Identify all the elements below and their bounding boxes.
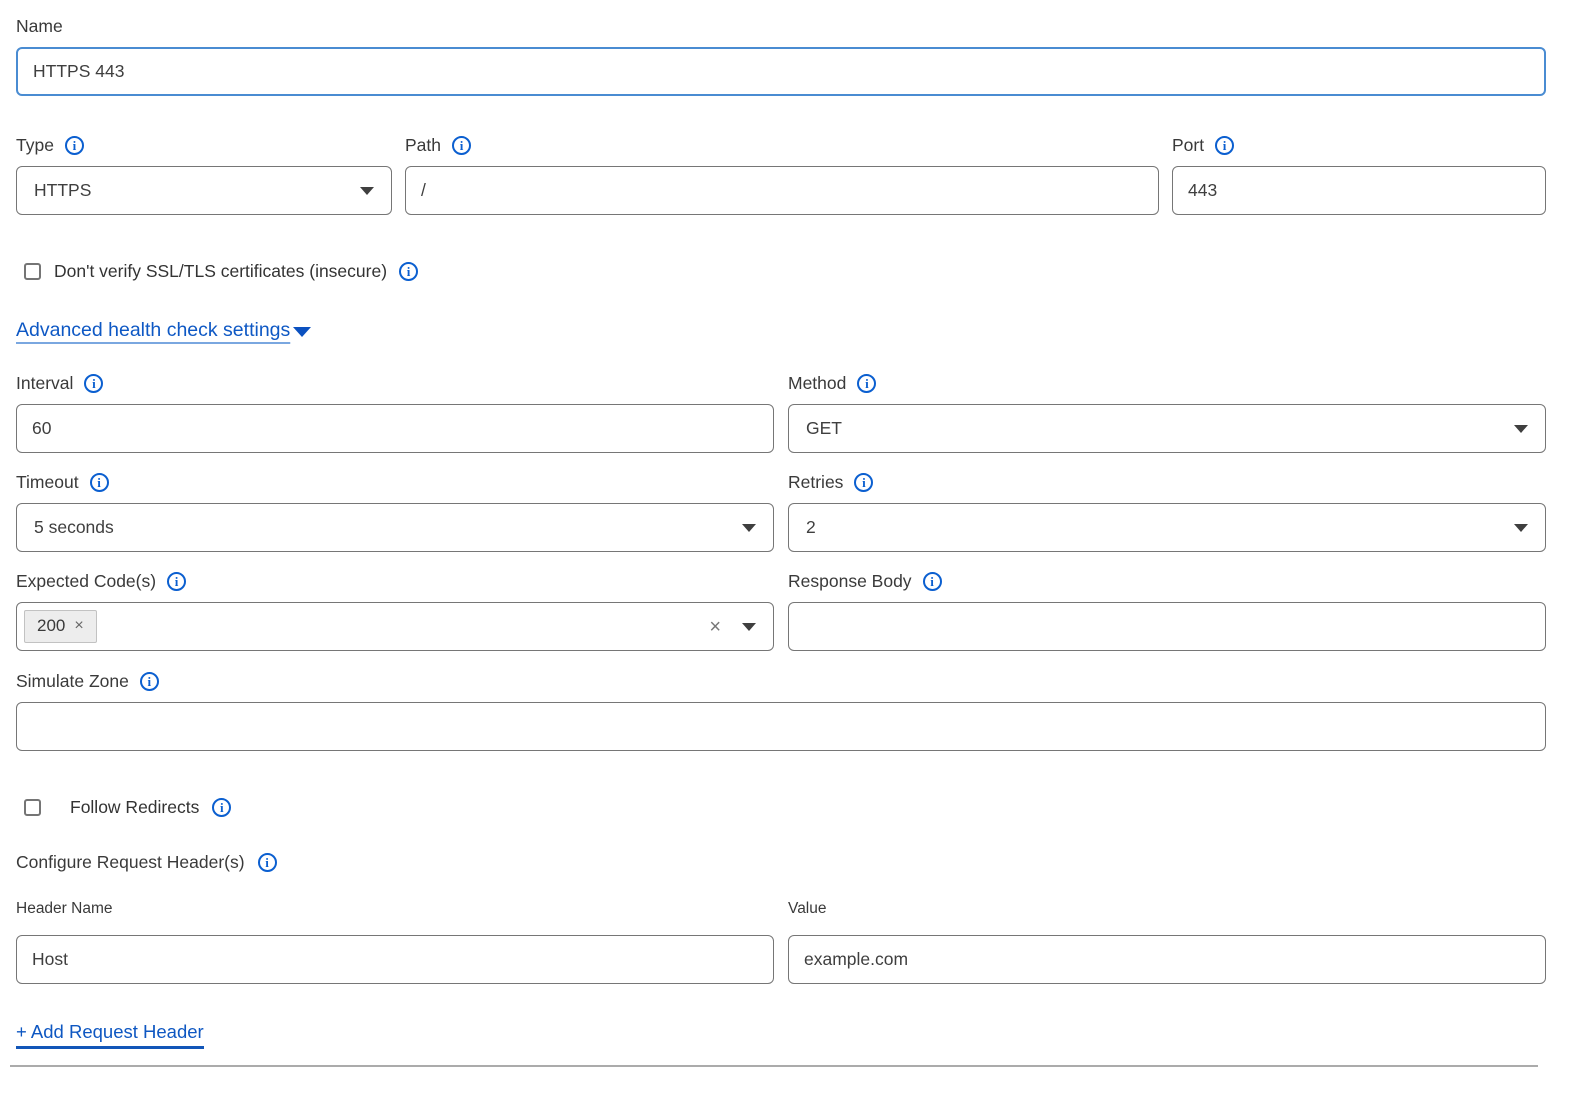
- name-field: Name: [16, 16, 1546, 96]
- header-value-input[interactable]: [788, 935, 1546, 984]
- follow-redirects-label: Follow Redirects: [70, 797, 199, 818]
- type-select[interactable]: HTTPS: [16, 166, 392, 215]
- expected-codes-field: Expected Code(s) i 200 × ×: [16, 571, 774, 651]
- type-path-port-row: Type i HTTPS Path i Port i: [16, 135, 1546, 215]
- simulate-zone-field: Simulate Zone i: [16, 671, 1546, 751]
- info-icon[interactable]: i: [65, 136, 84, 155]
- info-icon[interactable]: i: [923, 572, 942, 591]
- type-selected-value: HTTPS: [34, 180, 91, 201]
- timeout-select[interactable]: 5 seconds: [16, 503, 774, 552]
- response-body-input[interactable]: [788, 602, 1546, 651]
- advanced-settings-row: Advanced health check settings: [16, 319, 1546, 342]
- header-name-column-label: Header Name: [16, 900, 774, 918]
- info-icon[interactable]: i: [90, 473, 109, 492]
- code-tag: 200 ×: [24, 610, 97, 643]
- interval-method-row: Interval i Method i GET: [16, 373, 1546, 453]
- response-body-field: Response Body i: [788, 571, 1546, 651]
- add-request-header-link[interactable]: + Add Request Header: [16, 1021, 204, 1049]
- path-label: Path: [405, 135, 441, 156]
- verify-ssl-checkbox[interactable]: [24, 263, 41, 280]
- info-icon[interactable]: i: [854, 473, 873, 492]
- chevron-down-icon: [360, 187, 374, 195]
- timeout-label: Timeout: [16, 472, 79, 493]
- type-label: Type: [16, 135, 54, 156]
- chevron-down-icon: [742, 623, 756, 631]
- info-icon[interactable]: i: [140, 672, 159, 691]
- info-icon[interactable]: i: [399, 262, 418, 281]
- retries-selected-value: 2: [806, 517, 816, 538]
- name-label: Name: [16, 16, 63, 37]
- info-icon[interactable]: i: [258, 853, 277, 872]
- caret-down-icon: [293, 327, 311, 337]
- retries-select[interactable]: 2: [788, 503, 1546, 552]
- response-body-label: Response Body: [788, 571, 912, 592]
- simulate-zone-label: Simulate Zone: [16, 671, 129, 692]
- section-divider: [10, 1065, 1538, 1067]
- info-icon[interactable]: i: [452, 136, 471, 155]
- type-field: Type i HTTPS: [16, 135, 392, 215]
- method-field: Method i GET: [788, 373, 1546, 453]
- configure-headers-label: Configure Request Header(s): [16, 852, 245, 873]
- method-selected-value: GET: [806, 418, 842, 439]
- follow-redirects-row: Follow Redirects i: [16, 797, 1546, 818]
- add-request-header-row: + Add Request Header: [16, 1021, 1546, 1049]
- timeout-retries-row: Timeout i 5 seconds Retries i 2: [16, 472, 1546, 552]
- info-icon[interactable]: i: [1215, 136, 1234, 155]
- interval-field: Interval i: [16, 373, 774, 453]
- configure-headers-row: Configure Request Header(s) i: [16, 852, 1546, 873]
- chevron-down-icon: [742, 524, 756, 532]
- follow-redirects-checkbox[interactable]: [24, 799, 41, 816]
- method-label: Method: [788, 373, 846, 394]
- method-select[interactable]: GET: [788, 404, 1546, 453]
- timeout-selected-value: 5 seconds: [34, 517, 114, 538]
- chevron-down-icon: [1514, 425, 1528, 433]
- header-value-column-label: Value: [788, 900, 1546, 918]
- header-name-field: Header Name: [16, 900, 774, 984]
- header-value-field: Value: [788, 900, 1546, 984]
- clear-all-icon[interactable]: ×: [709, 617, 721, 637]
- expected-codes-multiselect[interactable]: 200 × ×: [16, 602, 774, 651]
- name-input[interactable]: [16, 47, 1546, 96]
- codes-body-row: Expected Code(s) i 200 × × Response Body…: [16, 571, 1546, 651]
- port-field: Port i: [1172, 135, 1546, 215]
- port-input[interactable]: [1172, 166, 1546, 215]
- path-field: Path i: [405, 135, 1159, 215]
- info-icon[interactable]: i: [167, 572, 186, 591]
- retries-label: Retries: [788, 472, 843, 493]
- timeout-field: Timeout i 5 seconds: [16, 472, 774, 552]
- retries-field: Retries i 2: [788, 472, 1546, 552]
- info-icon[interactable]: i: [857, 374, 876, 393]
- verify-ssl-row: Don't verify SSL/TLS certificates (insec…: [16, 261, 1546, 282]
- remove-tag-icon[interactable]: ×: [74, 618, 83, 634]
- info-icon[interactable]: i: [212, 798, 231, 817]
- code-tag-value: 200: [37, 616, 65, 636]
- health-check-form: Name Type i HTTPS Path i Port: [0, 0, 1570, 1067]
- port-label: Port: [1172, 135, 1204, 156]
- expected-codes-label: Expected Code(s): [16, 571, 156, 592]
- chevron-down-icon: [1514, 524, 1528, 532]
- header-name-input[interactable]: [16, 935, 774, 984]
- interval-label: Interval: [16, 373, 73, 394]
- advanced-settings-link[interactable]: Advanced health check settings: [16, 319, 290, 342]
- info-icon[interactable]: i: [84, 374, 103, 393]
- verify-ssl-label: Don't verify SSL/TLS certificates (insec…: [54, 261, 387, 282]
- simulate-zone-input[interactable]: [16, 702, 1546, 751]
- request-header-row: Header Name Value: [16, 900, 1546, 984]
- path-input[interactable]: [405, 166, 1159, 215]
- interval-input[interactable]: [16, 404, 774, 453]
